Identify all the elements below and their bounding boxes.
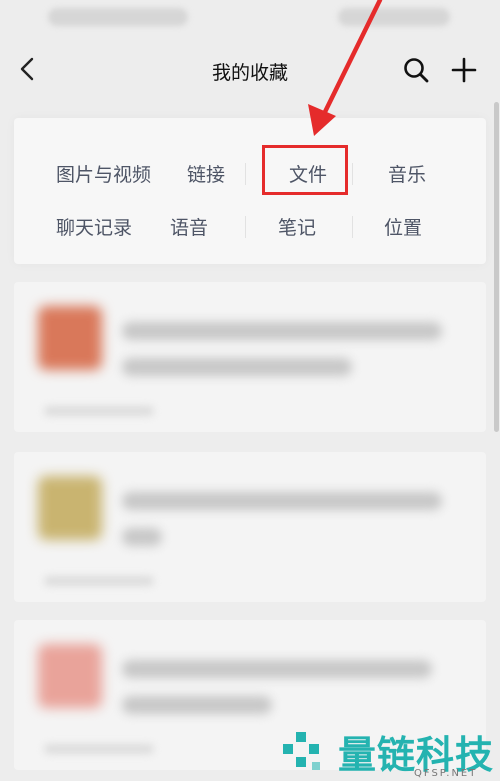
scrollbar[interactable] xyxy=(494,102,499,432)
blurred-meta xyxy=(44,576,154,586)
blurred-meta xyxy=(44,744,154,754)
highlight-box xyxy=(262,145,348,195)
search-icon[interactable] xyxy=(402,56,430,84)
blurred-text xyxy=(122,696,272,714)
watermark-logo-icon xyxy=(283,732,320,770)
blurred-text xyxy=(122,492,442,510)
category-links[interactable]: 链接 xyxy=(187,160,225,187)
blurred-text xyxy=(122,358,352,376)
category-voice[interactable]: 语音 xyxy=(170,213,208,240)
watermark: 量链科技 QFSP.NET xyxy=(280,722,500,781)
thumbnail xyxy=(38,644,102,708)
status-bar-right-blur xyxy=(338,8,450,26)
category-notes[interactable]: 笔记 xyxy=(278,213,316,240)
thumbnail xyxy=(38,476,102,540)
list-item[interactable] xyxy=(14,282,486,432)
blurred-text xyxy=(122,528,162,546)
blurred-meta xyxy=(44,406,154,416)
divider xyxy=(245,216,246,238)
category-location[interactable]: 位置 xyxy=(384,213,422,240)
divider xyxy=(352,163,353,185)
watermark-subtext: QFSP.NET xyxy=(414,768,478,779)
thumbnail xyxy=(38,306,102,370)
category-music[interactable]: 音乐 xyxy=(388,160,426,187)
divider xyxy=(352,216,353,238)
blurred-text xyxy=(122,322,442,340)
status-bar xyxy=(0,0,500,38)
status-bar-left-blur xyxy=(48,8,188,26)
category-photos-videos[interactable]: 图片与视频 xyxy=(56,160,151,187)
plus-icon[interactable] xyxy=(450,56,478,84)
blurred-text xyxy=(122,660,432,678)
list-item[interactable] xyxy=(14,452,486,602)
category-chat-history[interactable]: 聊天记录 xyxy=(56,213,132,240)
category-panel: 图片与视频 链接 文件 音乐 聊天记录 语音 笔记 位置 xyxy=(14,118,486,264)
divider xyxy=(245,163,246,185)
header: 我的收藏 xyxy=(0,38,500,100)
